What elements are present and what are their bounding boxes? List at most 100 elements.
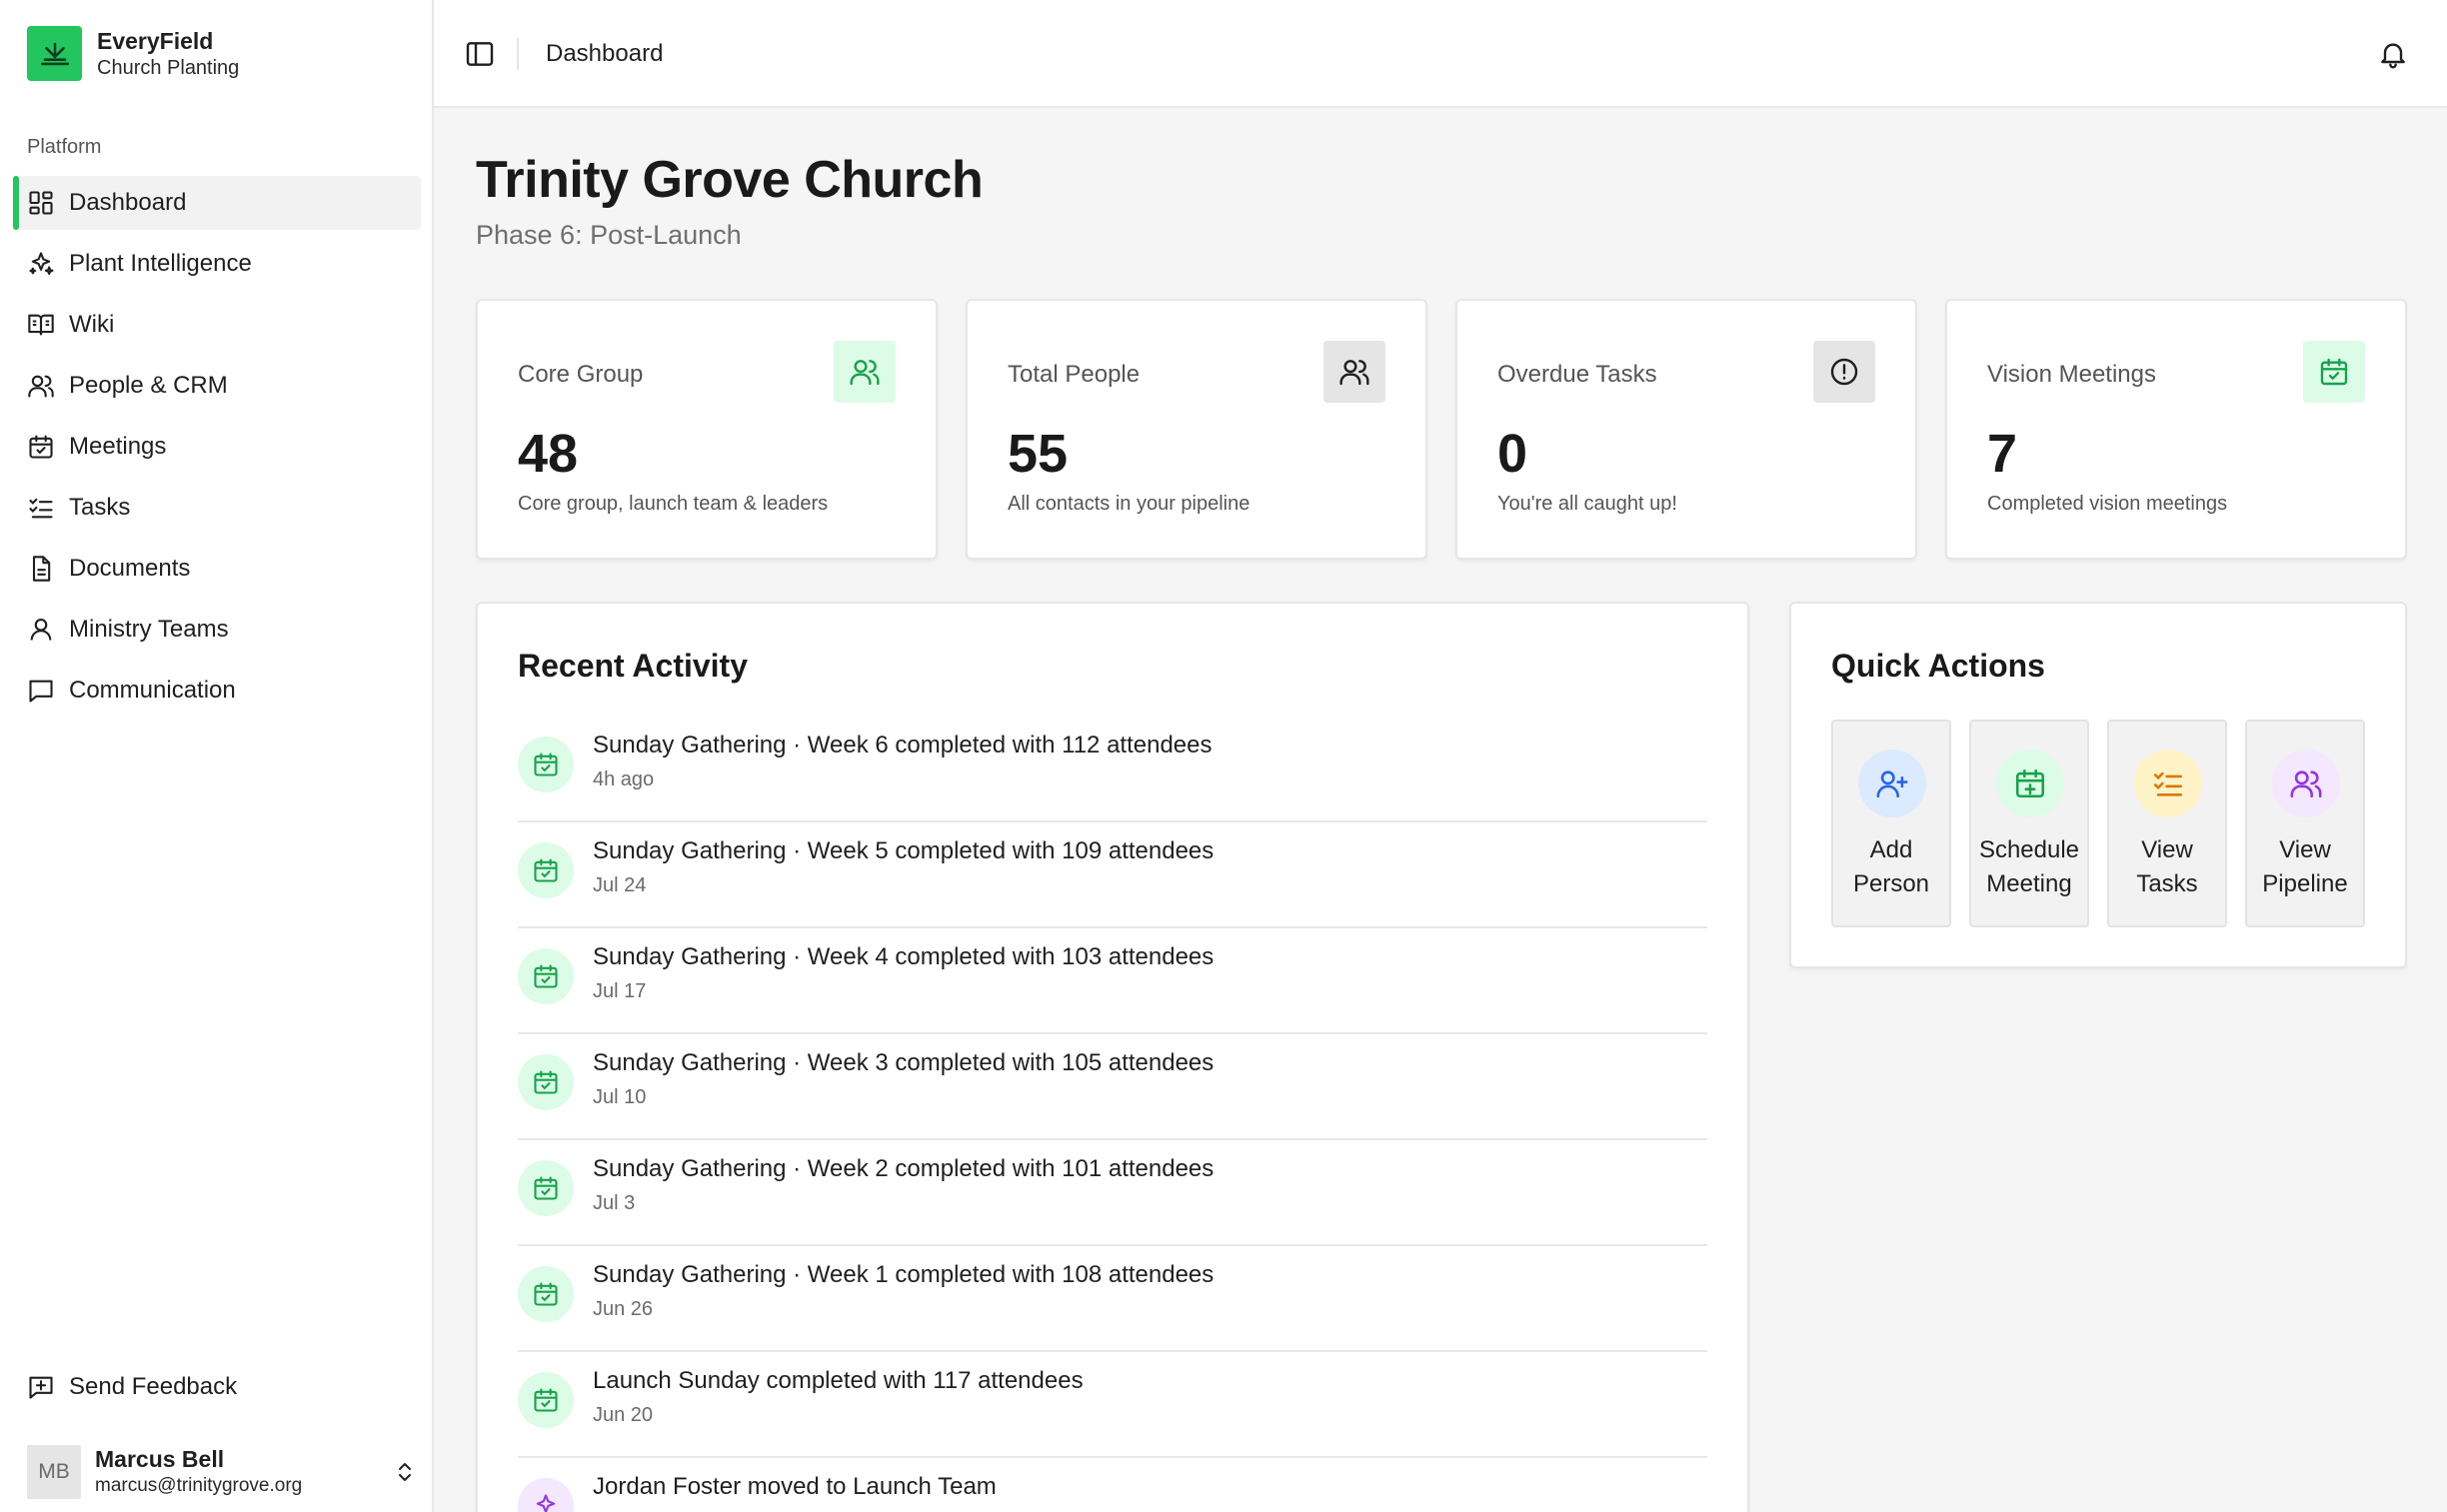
stat-card-vision-meetings[interactable]: Vision Meetings 7 Completed vision meeti… [1945, 299, 2407, 560]
list-item[interactable]: Sunday Gathering · Week 6 completed with… [518, 717, 1707, 822]
activity-title: Sunday Gathering · Week 1 completed with… [593, 1261, 1215, 1288]
activity-title: Jordan Foster moved to Launch Team [593, 1473, 997, 1500]
activity-time: Jul 3 [593, 1192, 636, 1214]
book-open-icon [28, 314, 54, 336]
topbar: Dashboard [434, 0, 2447, 108]
sidebar-toggle-icon[interactable] [464, 38, 496, 70]
user-menu[interactable]: MB Marcus Bell marcus@trinitygrove.org [27, 1442, 417, 1502]
add-person-button[interactable]: Add Person [1831, 720, 1951, 927]
schedule-meeting-button[interactable]: Schedule Meeting [1969, 720, 2089, 927]
alert-circle-icon [1813, 341, 1875, 403]
sidebar-item-ministry-teams[interactable]: Ministry Teams [13, 603, 421, 657]
view-pipeline-button[interactable]: View Pipeline [2245, 720, 2365, 927]
sidebar-item-plant-intelligence[interactable]: Plant Intelligence [13, 237, 421, 291]
send-feedback-label: Send Feedback [69, 1373, 238, 1400]
calendar-check-icon [518, 948, 574, 1004]
user-icon [30, 619, 52, 641]
stat-label: Vision Meetings [1987, 361, 2156, 388]
quick-action-label: View Pipeline [2262, 836, 2348, 897]
quick-action-label: Add Person [1852, 836, 1930, 897]
chevrons-up-down-icon[interactable] [393, 1457, 417, 1487]
user-plus-icon [1858, 750, 1926, 817]
message-square-icon [29, 680, 53, 703]
sidebar-item-wiki[interactable]: Wiki [13, 298, 421, 352]
sidebar: EveryField Church Planting Platform Dash… [0, 0, 434, 1512]
activity-title: Sunday Gathering · Week 2 completed with… [593, 1155, 1215, 1182]
calendar-check-icon [2303, 341, 2365, 403]
list-item[interactable]: Sunday Gathering · Week 1 completed with… [518, 1246, 1707, 1352]
activity-title: Sunday Gathering · Week 4 completed with… [593, 943, 1215, 970]
brand[interactable]: EveryField Church Planting [27, 26, 239, 81]
sidebar-item-label: Plant Intelligence [69, 250, 252, 277]
user-email: marcus@trinitygrove.org [95, 1475, 303, 1496]
brand-subtitle: Church Planting [97, 56, 240, 79]
stat-label: Total People [1008, 361, 1141, 388]
activity-title: Sunday Gathering · Week 6 completed with… [593, 732, 1213, 758]
sidebar-item-meetings[interactable]: Meetings [13, 420, 421, 474]
activity-list: Sunday Gathering · Week 6 completed with… [518, 717, 1707, 1512]
activity-time: 4h ago [593, 768, 655, 790]
dashboard-grid-icon [29, 191, 53, 215]
view-tasks-button[interactable]: View Tasks [2107, 720, 2227, 927]
list-item[interactable]: Jordan Foster moved to Launch Team [518, 1458, 1707, 1512]
sidebar-item-people-crm[interactable]: People & CRM [13, 359, 421, 413]
sidebar-item-tasks[interactable]: Tasks [13, 481, 421, 535]
bell-icon[interactable] [2377, 38, 2409, 70]
nav-section-label: Platform [27, 136, 102, 158]
stat-label: Core Group [518, 361, 644, 388]
list-item[interactable]: Sunday Gathering · Week 3 completed with… [518, 1034, 1707, 1140]
sparkles-icon [518, 1478, 574, 1512]
quick-action-label: View Tasks [2136, 836, 2198, 897]
avatar: MB [27, 1445, 81, 1499]
page-subtitle: Phase 6: Post-Launch [476, 220, 742, 250]
page-title: Trinity Grove Church [476, 151, 984, 209]
stat-card-core-group[interactable]: Core Group 48 Core group, launch team & … [476, 299, 938, 560]
users-icon [1323, 341, 1385, 403]
activity-title: Launch Sunday completed with 117 attende… [593, 1367, 1084, 1394]
sparkles-icon [29, 252, 54, 276]
stat-value: 7 [1987, 424, 2018, 484]
sidebar-item-documents[interactable]: Documents [13, 542, 421, 596]
brand-logo-icon [27, 26, 82, 81]
sidebar-item-communication[interactable]: Communication [13, 664, 421, 718]
activity-title: Sunday Gathering · Week 5 completed with… [593, 837, 1215, 864]
users-icon [834, 341, 896, 403]
activity-time: Jun 20 [593, 1404, 654, 1426]
quick-actions-panel: Quick Actions Add Person Schedule Meetin… [1789, 602, 2407, 968]
send-feedback-button[interactable]: Send Feedback [27, 1373, 237, 1401]
calendar-check-icon [518, 1372, 574, 1428]
brand-name: EveryField [97, 27, 214, 54]
document-icon [32, 556, 51, 582]
calendar-check-icon [518, 1266, 574, 1322]
quick-action-label: Schedule Meeting [1978, 836, 2080, 897]
sidebar-item-label: Dashboard [69, 189, 187, 216]
stat-card-overdue-tasks[interactable]: Overdue Tasks 0 You're all caught up! [1455, 299, 1917, 560]
list-item[interactable]: Sunday Gathering · Week 2 completed with… [518, 1140, 1707, 1246]
users-icon [2272, 750, 2340, 817]
stat-value: 48 [518, 424, 579, 484]
list-item[interactable]: Sunday Gathering · Week 4 completed with… [518, 928, 1707, 1034]
list-checks-icon [2134, 750, 2202, 817]
list-item[interactable]: Launch Sunday completed with 117 attende… [518, 1352, 1707, 1458]
sidebar-item-label: Communication [69, 677, 236, 704]
sidebar-item-label: People & CRM [69, 372, 228, 399]
activity-title: Sunday Gathering · Week 3 completed with… [593, 1049, 1215, 1076]
sidebar-item-dashboard[interactable]: Dashboard [13, 176, 421, 230]
sidebar-item-label: Wiki [69, 311, 115, 338]
recent-activity-panel: Recent Activity Sunday Gathering · Week … [476, 602, 1749, 1512]
calendar-check-icon [518, 737, 574, 792]
stat-description: Core group, launch team & leaders [518, 493, 829, 515]
sidebar-nav: Dashboard Plant Intelligence Wiki People… [13, 176, 421, 725]
topbar-divider [517, 38, 519, 70]
activity-time: Jul 10 [593, 1086, 647, 1108]
sidebar-item-label: Ministry Teams [69, 616, 229, 643]
calendar-check-icon [518, 842, 574, 898]
activity-time: Jul 17 [593, 980, 647, 1002]
stat-card-total-people[interactable]: Total People 55 All contacts in your pip… [966, 299, 1427, 560]
breadcrumb: Dashboard [546, 40, 664, 67]
activity-time: Jul 24 [593, 874, 647, 896]
sidebar-item-label: Tasks [69, 494, 131, 521]
sidebar-item-label: Meetings [69, 433, 167, 460]
stat-description: All contacts in your pipeline [1008, 493, 1250, 515]
list-item[interactable]: Sunday Gathering · Week 5 completed with… [518, 822, 1707, 928]
